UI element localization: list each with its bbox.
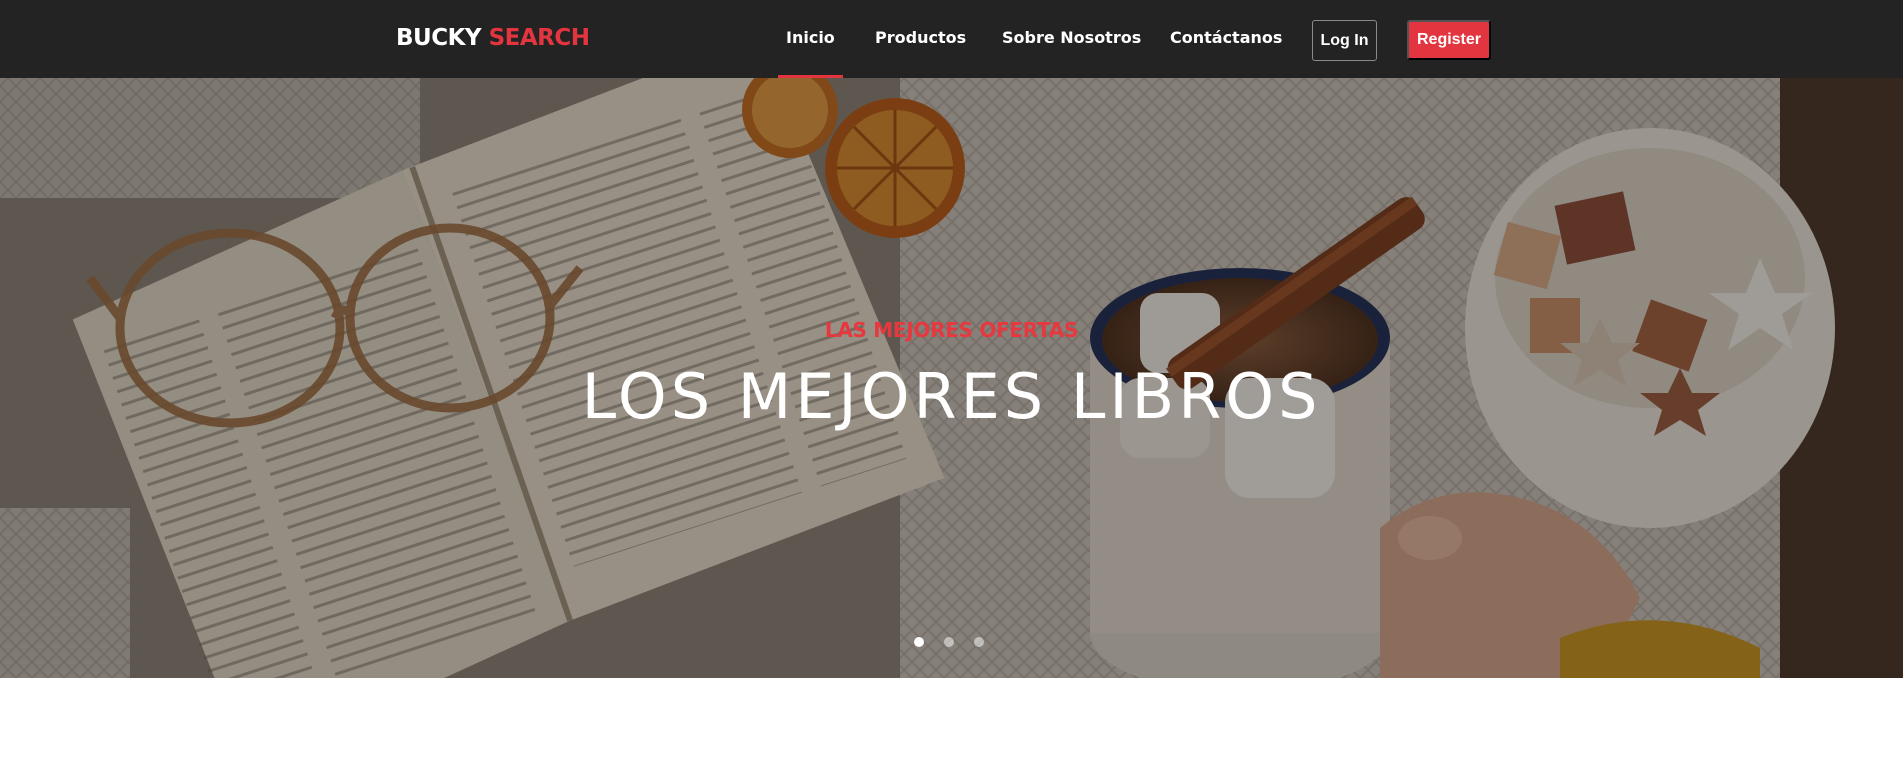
brand-logo[interactable]: BUCKY SEARCH — [396, 25, 590, 51]
carousel-dot-3[interactable] — [974, 637, 984, 647]
nav-link-productos[interactable]: Productos — [875, 28, 966, 47]
brand-name-part2: SEARCH — [488, 25, 590, 51]
nav-link-contactanos[interactable]: Contáctanos — [1170, 28, 1282, 47]
carousel-dot-2[interactable] — [944, 637, 954, 647]
nav-link-sobre-nosotros[interactable]: Sobre Nosotros — [1002, 28, 1141, 47]
hero-eyebrow: LAS MEJORES OFERTAS — [824, 318, 1079, 342]
page-content-start — [0, 678, 1903, 763]
carousel-indicators — [914, 637, 984, 647]
carousel-dot-1[interactable] — [914, 637, 924, 647]
register-button[interactable]: Register — [1407, 20, 1491, 60]
hero-carousel: LAS MEJORES OFERTAS LOS MEJORES LIBROS — [0, 78, 1903, 678]
navbar: BUCKY SEARCH Inicio Productos Sobre Noso… — [0, 0, 1903, 78]
brand-name-part1: BUCKY — [396, 25, 482, 51]
hero-title: LOS MEJORES LIBROS — [581, 360, 1322, 433]
login-button[interactable]: Log In — [1312, 20, 1377, 61]
nav-link-inicio[interactable]: Inicio — [778, 28, 843, 78]
